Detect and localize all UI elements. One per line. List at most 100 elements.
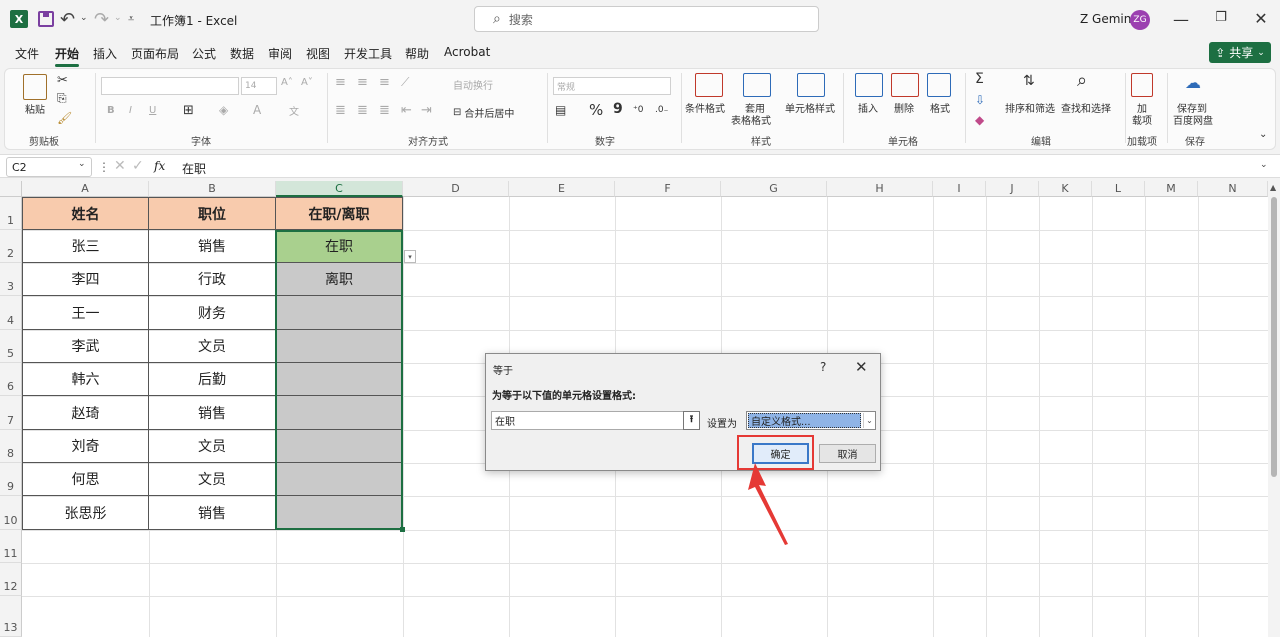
column-header-f[interactable]: F xyxy=(615,181,721,197)
conditional-formatting-button[interactable]: 条件格式 xyxy=(685,100,725,115)
tab-data[interactable]: 数据 xyxy=(230,45,254,62)
format-cells-icon[interactable] xyxy=(927,73,951,97)
table-cell[interactable]: 文员 xyxy=(149,463,276,496)
font-size-select[interactable]: 14 xyxy=(241,77,277,95)
column-header-g[interactable]: G xyxy=(721,181,827,197)
column-header-l[interactable]: L xyxy=(1092,181,1145,197)
delete-cells-button[interactable]: 删除 xyxy=(894,100,914,115)
table-cell[interactable]: 张三 xyxy=(22,230,149,263)
redo-icon[interactable]: ↷ xyxy=(94,9,109,30)
table-header-cell[interactable]: 职位 xyxy=(149,197,276,230)
expand-formula-bar-icon[interactable]: ⌄ xyxy=(1260,160,1268,170)
avatar[interactable]: ZG xyxy=(1130,10,1150,30)
column-header-c[interactable]: C xyxy=(276,181,403,197)
minimize-icon[interactable]: — xyxy=(1172,10,1190,29)
fill-icon[interactable]: ⇩ xyxy=(975,93,985,107)
cancel-entry-icon[interactable]: ✕ xyxy=(114,158,126,174)
column-header-n[interactable]: N xyxy=(1198,181,1268,197)
grow-font-icon[interactable]: A˄ xyxy=(281,77,293,88)
share-button[interactable]: ⇪ 共享 ⌄ xyxy=(1209,42,1271,63)
format-as-table-button-line2[interactable]: 表格格式 xyxy=(731,112,771,127)
table-cell[interactable]: 销售 xyxy=(149,496,276,530)
row-header[interactable]: 12 xyxy=(0,563,22,596)
table-cell[interactable]: 文员 xyxy=(149,430,276,463)
tab-insert[interactable]: 插入 xyxy=(93,45,117,62)
chevron-down-icon[interactable]: ⌄ xyxy=(863,413,875,428)
font-name-select[interactable] xyxy=(101,77,239,95)
table-cell[interactable]: 张思彤 xyxy=(22,496,149,530)
format-cells-button[interactable]: 格式 xyxy=(930,100,950,115)
paste-icon[interactable] xyxy=(23,74,47,100)
table-cell[interactable] xyxy=(276,363,403,396)
tab-home[interactable]: 开始 xyxy=(55,45,80,67)
collapse-dialog-icon[interactable]: ⭱ xyxy=(683,411,700,430)
table-cell[interactable] xyxy=(276,463,403,496)
align-left-icon[interactable]: ≣ xyxy=(335,103,346,118)
align-middle-icon[interactable]: ≡ xyxy=(357,75,368,90)
table-header-cell[interactable]: 在职/离职 xyxy=(276,197,403,230)
addins-button-line2[interactable]: 载项 xyxy=(1132,112,1152,127)
fill-handle[interactable] xyxy=(400,527,405,532)
table-cell[interactable]: 李武 xyxy=(22,330,149,363)
restore-icon[interactable]: ❐ xyxy=(1212,10,1230,25)
copy-icon[interactable]: ⎘ xyxy=(57,91,67,106)
save-icon[interactable] xyxy=(38,11,54,27)
insert-cells-icon[interactable] xyxy=(855,73,883,97)
table-cell[interactable] xyxy=(276,396,403,430)
customize-quick-access-icon[interactable]: ⩡ xyxy=(128,12,134,26)
table-cell[interactable]: 赵琦 xyxy=(22,396,149,430)
decrease-decimal-icon[interactable]: .0₋ xyxy=(655,105,668,115)
scroll-up-icon[interactable]: ▲ xyxy=(1270,183,1276,192)
column-header-e[interactable]: E xyxy=(509,181,615,197)
tab-acrobat[interactable]: Acrobat xyxy=(444,45,490,59)
border-icon[interactable]: ⊞ xyxy=(183,103,194,118)
table-cell[interactable]: 文员 xyxy=(149,330,276,363)
collapse-ribbon-icon[interactable]: ⌄ xyxy=(1259,129,1267,140)
search-box[interactable]: ⌕ 搜索 xyxy=(474,6,819,32)
table-cell[interactable]: 离职 xyxy=(276,263,403,296)
tab-file[interactable]: 文件 xyxy=(15,45,39,62)
format-painter-icon[interactable]: 🖌 xyxy=(57,111,72,125)
column-header-a[interactable]: A xyxy=(22,181,149,197)
chevron-down-icon[interactable]: ⌄ xyxy=(78,159,86,169)
undo-icon[interactable]: ↶ xyxy=(60,9,75,30)
number-format-select[interactable]: 常规 xyxy=(553,77,671,95)
quick-analysis-icon[interactable]: ▾ xyxy=(404,250,416,263)
autosum-button[interactable]: Σ xyxy=(975,71,984,87)
user-name[interactable]: Z Gemini xyxy=(1080,12,1135,26)
table-cell-active[interactable]: 在职 xyxy=(276,230,403,263)
underline-button[interactable]: U xyxy=(149,105,156,116)
tab-developer[interactable]: 开发工具 xyxy=(344,45,392,62)
phonetic-icon[interactable]: 文 xyxy=(289,103,299,118)
percent-button[interactable]: % xyxy=(589,101,603,119)
table-cell[interactable]: 刘奇 xyxy=(22,430,149,463)
help-button[interactable]: ? xyxy=(820,360,826,374)
column-header-k[interactable]: K xyxy=(1039,181,1092,197)
formula-input[interactable]: 在职 xyxy=(182,160,206,177)
baidu-cloud-icon[interactable]: ☁ xyxy=(1185,73,1201,92)
vertical-scrollbar[interactable]: ▲ xyxy=(1268,181,1280,637)
column-header-i[interactable]: I xyxy=(933,181,986,197)
find-select-icon[interactable]: ⌕ xyxy=(1077,70,1087,91)
close-icon[interactable]: ✕ xyxy=(855,358,868,376)
find-select-button[interactable]: 查找和选择 xyxy=(1061,100,1111,115)
format-as-table-icon[interactable] xyxy=(743,73,771,97)
row-header[interactable]: 7 xyxy=(0,396,22,430)
italic-button[interactable]: I xyxy=(129,105,132,116)
table-header-cell[interactable]: 姓名 xyxy=(22,197,149,230)
row-header[interactable]: 5 xyxy=(0,330,22,363)
tab-page-layout[interactable]: 页面布局 xyxy=(131,45,179,62)
row-header[interactable]: 13 xyxy=(0,596,22,637)
select-all-button[interactable] xyxy=(0,181,22,197)
increase-indent-icon[interactable]: ⇥ xyxy=(421,103,432,118)
close-icon[interactable]: ✕ xyxy=(1252,9,1270,28)
decrease-indent-icon[interactable]: ⇤ xyxy=(401,103,412,118)
delete-cells-icon[interactable] xyxy=(891,73,919,97)
row-header[interactable]: 10 xyxy=(0,496,22,530)
table-cell[interactable] xyxy=(276,430,403,463)
table-cell[interactable]: 李四 xyxy=(22,263,149,296)
column-header-m[interactable]: M xyxy=(1145,181,1198,197)
paste-button[interactable]: 粘贴 xyxy=(25,101,45,116)
table-cell[interactable]: 何思 xyxy=(22,463,149,496)
align-center-icon[interactable]: ≣ xyxy=(357,103,368,118)
